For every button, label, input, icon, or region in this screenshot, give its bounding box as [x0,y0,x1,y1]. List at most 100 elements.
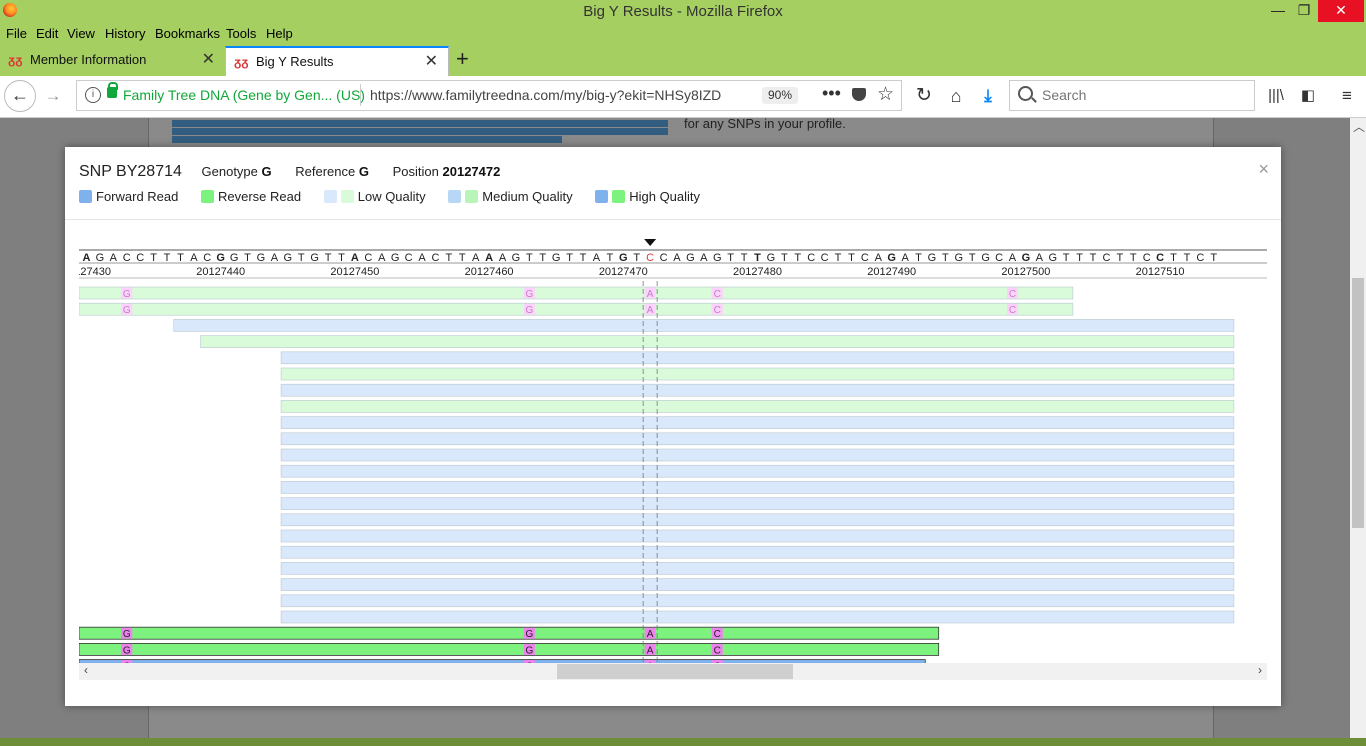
bookmark-star-icon[interactable]: ☆ [877,83,894,106]
sequence-read-bar [79,286,1074,300]
mismatch-base: C [714,305,721,316]
reference-base: G [1048,252,1057,264]
close-tab-icon[interactable]: ✕ [202,46,215,74]
menu-history[interactable]: History [105,26,145,41]
legend-label: Low Quality [357,189,426,204]
sequence-read-bar [79,642,940,656]
position-tick-label: 20127430 [79,266,111,278]
reference-base: G [257,252,266,264]
back-button[interactable]: ← [4,80,36,112]
reference-base: T [1063,252,1070,264]
position-tick-label: 20127470 [599,266,648,278]
sequence-read-bar [280,497,1235,510]
mismatch-base: G [525,645,533,656]
menu-hamburger-icon[interactable]: ≡ [1336,85,1358,107]
reference-base: T [741,252,748,264]
mismatch-base: G [525,289,533,300]
library-icon[interactable]: |||\ [1265,85,1287,107]
position-tick-label: 20127450 [330,266,379,278]
reference-base: C [405,252,413,264]
menu-tools[interactable]: Tools [226,26,256,41]
tab-bar: ᵹᵹ Member Information ✕ ᵹᵹ Big Y Results… [0,44,1366,76]
legend-label: Forward Read [96,189,179,204]
reference-base: G [713,252,722,264]
page-actions-icon[interactable]: ••• [822,83,841,104]
menu-bookmarks[interactable]: Bookmarks [155,26,220,41]
sidebar-icon[interactable]: ◧ [1297,85,1319,107]
reference-base: A [271,252,279,264]
scroll-up-icon[interactable]: ︿ [1353,118,1365,135]
reference-base: T [1170,252,1177,264]
alignment-svg: AGACCTTTACGGTGAGTGTTACAGCACTTAAAGTTGTTAT… [79,239,1267,673]
alignment-horizontal-scrollbar[interactable]: ‹ › [79,663,1267,680]
legend-medium-quality: Medium Quality [448,189,573,204]
reference-base: A [499,252,507,264]
new-tab-button[interactable]: + [456,46,469,72]
reference-base: A [472,252,480,264]
alignment-scrollbar-thumb[interactable] [557,664,793,679]
sequence-read-bar [280,464,1235,478]
tab-big-y-results[interactable]: ᵹᵹ Big Y Results ✕ [225,46,449,76]
reference-base: A [875,252,883,264]
reference-base: T [325,252,332,264]
search-icon [1018,86,1033,101]
url-bar[interactable]: i Family Tree DNA (Gene by Gen... (US) h… [76,80,902,111]
mismatch-base: G [123,645,131,656]
menu-file[interactable]: File [6,26,27,41]
tab-member-information[interactable]: ᵹᵹ Member Information ✕ [0,46,225,76]
reference-base: G [1022,252,1031,264]
page-scrollbar[interactable]: ︿ [1350,118,1366,746]
legend-swatch [595,190,609,203]
download-icon[interactable]: ⤓ [977,85,999,107]
snp-detail-dialog: × SNP BY28714 Genotype G Reference G Pos… [65,147,1281,706]
legend-label: Medium Quality [482,189,573,204]
forward-button[interactable]: → [42,85,64,107]
position-tick-label: 20127480 [733,266,782,278]
url-divider [360,84,361,106]
window-titlebar: Big Y Results - Mozilla Firefox — ❐ ✕ [0,0,1366,24]
close-tab-icon[interactable]: ✕ [425,48,438,76]
legend-swatch [340,190,354,203]
reference-base: G [981,252,990,264]
reference-base: T [1184,252,1191,264]
search-box[interactable] [1009,80,1255,111]
reference-base: T [1130,252,1137,264]
reference-base: A [110,252,118,264]
reference-base: A [378,252,386,264]
pocket-icon[interactable] [852,88,866,101]
menu-help[interactable]: Help [266,26,293,41]
genotype-label: Genotype [201,164,258,179]
reference-base: C [821,252,829,264]
reference-base: G [767,252,776,264]
scroll-left-icon[interactable]: ‹ [84,663,88,677]
reload-icon[interactable]: ↻ [913,85,935,107]
mismatch-base: G [123,629,131,640]
info-icon[interactable]: i [85,87,101,103]
sequence-read-bar [173,319,1235,332]
reference-base: T [1210,252,1217,264]
reference-value: G [358,164,369,179]
scroll-right-icon[interactable]: › [1258,663,1262,677]
reference-base: A [700,252,708,264]
menu-edit[interactable]: Edit [36,26,58,41]
sequence-read-bar [280,545,1235,559]
reference-base: A [190,252,198,264]
sequence-read-bar [280,529,1235,543]
mismatch-base: G [123,305,131,316]
legend-swatch [465,190,479,203]
home-icon[interactable]: ⌂ [945,85,967,107]
menu-view[interactable]: View [67,26,95,41]
reference-base: T [754,252,761,264]
legend-swatch [201,190,214,203]
zoom-indicator[interactable]: 90% [762,87,799,104]
legend-label: High Quality [629,189,701,204]
close-dialog-button[interactable]: × [1258,159,1269,180]
url-text[interactable]: https://www.familytreedna.com/my/big-y?e… [370,87,730,103]
reference-base: C [1156,252,1164,264]
search-input[interactable] [1040,86,1244,104]
sequence-read-bar [280,383,1235,397]
scrollbar-thumb[interactable] [1352,278,1364,528]
lock-icon [107,82,118,98]
site-identity[interactable]: Family Tree DNA (Gene by Gen... (US) [123,87,365,103]
close-window-button[interactable]: ✕ [1318,0,1364,22]
